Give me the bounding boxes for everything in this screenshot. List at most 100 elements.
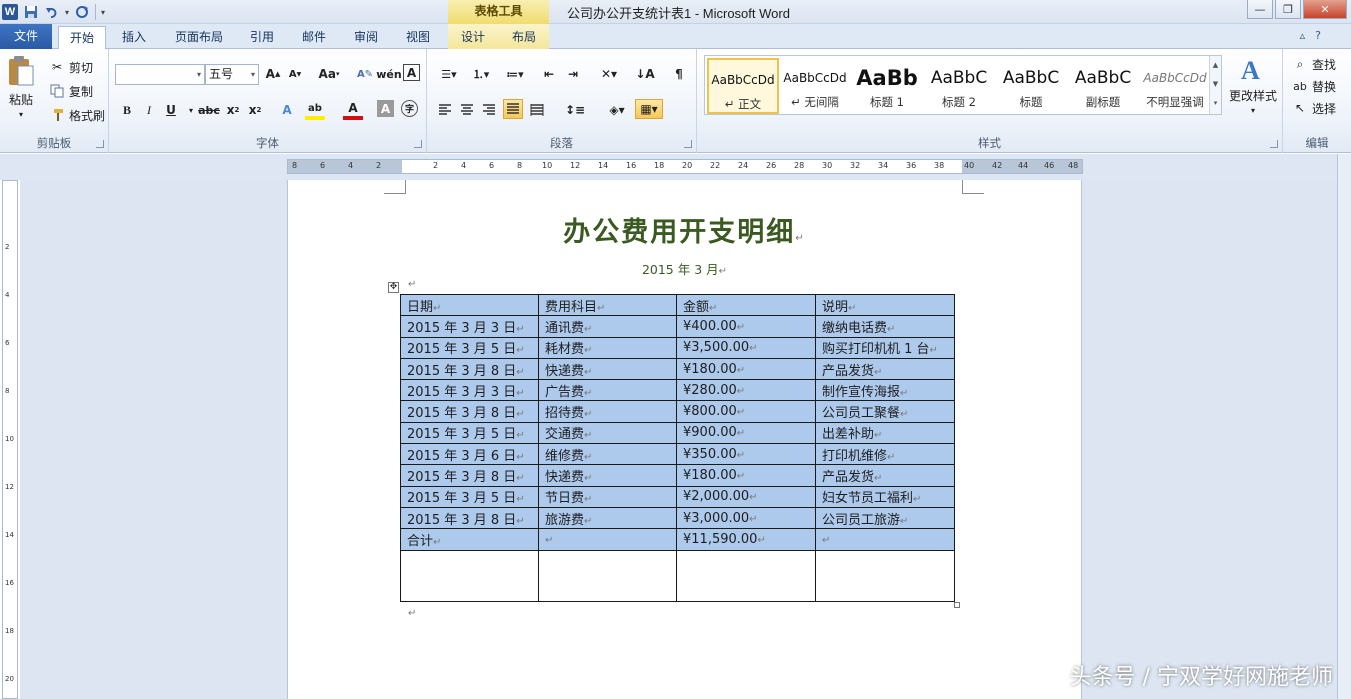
increase-indent-icon[interactable]: ⇥: [563, 64, 583, 84]
superscript-icon[interactable]: x2: [245, 100, 265, 120]
minimize-icon[interactable]: —: [1247, 0, 1273, 19]
table-empty-cell[interactable]: [538, 549, 677, 602]
table-cell[interactable]: ¥3,000.00↵: [676, 506, 816, 530]
table-header-cell[interactable]: 日期↵: [400, 293, 539, 317]
strikethrough-icon[interactable]: abc: [197, 100, 221, 120]
format-painter-button[interactable]: 格式刷: [48, 106, 105, 124]
table-total-cell[interactable]: ¥11,590.00↵: [676, 528, 816, 551]
table-cell[interactable]: 妇女节员工福利↵: [815, 485, 955, 508]
table-total-cell[interactable]: ↵: [815, 528, 955, 551]
sort-icon[interactable]: ↓A: [635, 64, 655, 84]
tab-mailings[interactable]: 邮件: [292, 26, 336, 49]
font-name-select[interactable]: ▾: [115, 64, 205, 85]
asian-layout-icon[interactable]: ✕▾: [595, 64, 623, 84]
table-empty-cell[interactable]: [400, 549, 539, 602]
decrease-indent-icon[interactable]: ⇤: [539, 64, 559, 84]
table-cell[interactable]: 2015 年 3 月 3 日↵: [400, 379, 539, 402]
multilevel-list-icon[interactable]: ≔▾: [501, 64, 529, 84]
justify-icon[interactable]: [503, 99, 523, 119]
expense-table[interactable]: 日期↵ 费用科目↵ 金额↵ 说明↵ 2015 年 3 月 3 日↵ 通讯费↵ ¥…: [400, 293, 955, 602]
save-icon[interactable]: [23, 4, 39, 20]
table-cell[interactable]: 通讯费↵: [538, 315, 677, 338]
style-title[interactable]: AaBbC 标题: [995, 58, 1067, 114]
styles-launcher-icon[interactable]: [1270, 140, 1278, 148]
shading-icon[interactable]: ◈▾: [603, 100, 631, 120]
show-marks-icon[interactable]: ¶: [669, 64, 689, 84]
table-cell[interactable]: 节日费↵: [538, 485, 677, 508]
paragraph-launcher-icon[interactable]: [684, 140, 692, 148]
table-cell[interactable]: 产品发货↵: [815, 357, 955, 381]
change-styles-button[interactable]: A 更改样式 ▾: [1228, 55, 1278, 115]
undo-dropdown-icon[interactable]: ▾: [65, 8, 69, 17]
borders-icon[interactable]: ▦▾: [635, 99, 663, 119]
more-styles-icon[interactable]: ▾: [1210, 94, 1221, 113]
bullets-icon[interactable]: ☰▾: [435, 64, 463, 84]
enclose-characters-icon[interactable]: 字: [401, 100, 418, 117]
table-cell[interactable]: 购买打印机机 1 台↵: [815, 336, 955, 359]
font-color-icon[interactable]: A: [343, 100, 363, 120]
table-cell[interactable]: 缴纳电话费↵: [815, 315, 955, 338]
style-heading-2[interactable]: AaBbC 标题 2: [923, 58, 995, 114]
style-subtitle[interactable]: AaBbC 副标题: [1067, 58, 1139, 114]
phonetic-guide-icon[interactable]: wén: [376, 64, 401, 84]
bold-icon[interactable]: B: [117, 100, 137, 120]
table-total-cell[interactable]: 合计↵: [400, 528, 539, 551]
distributed-icon[interactable]: [527, 100, 547, 120]
document-subheading[interactable]: 2015 年 3 月↵: [288, 259, 1081, 278]
table-cell[interactable]: 交通费↵: [538, 421, 677, 445]
table-cell[interactable]: 2015 年 3 月 3 日↵: [400, 315, 539, 338]
highlight-icon[interactable]: ab: [305, 100, 325, 120]
table-cell[interactable]: ¥280.00↵: [676, 379, 816, 402]
table-header-cell[interactable]: 费用科目↵: [538, 293, 677, 317]
table-cell[interactable]: ¥900.00↵: [676, 421, 816, 445]
tab-review[interactable]: 审阅: [344, 26, 388, 49]
document-page[interactable]: 办公费用开支明细↵ 2015 年 3 月↵ ↵ ✥ 日期↵ 费用科目↵ 金额↵ …: [287, 180, 1082, 699]
undo-icon[interactable]: [44, 4, 60, 20]
table-cell[interactable]: 产品发货↵: [815, 464, 955, 487]
tab-table-layout[interactable]: 布局: [502, 26, 546, 49]
tab-page-layout[interactable]: 页面布局: [168, 26, 230, 49]
replace-button[interactable]: ab 替换: [1291, 77, 1336, 95]
table-cell[interactable]: 出差补助↵: [815, 421, 955, 445]
table-cell[interactable]: ¥180.00↵: [676, 357, 816, 381]
table-cell[interactable]: 打印机维修↵: [815, 443, 955, 466]
chevron-up-icon[interactable]: ▲: [1210, 56, 1221, 75]
table-cell[interactable]: ¥800.00↵: [676, 400, 816, 423]
close-icon[interactable]: ✕: [1303, 0, 1347, 19]
table-cell[interactable]: 公司员工旅游↵: [815, 506, 955, 530]
table-header-cell[interactable]: 金额↵: [676, 293, 816, 317]
table-move-handle-icon[interactable]: ✥: [388, 282, 399, 293]
table-cell[interactable]: ¥2,000.00↵: [676, 485, 816, 508]
tab-home[interactable]: 开始: [58, 26, 106, 50]
table-cell[interactable]: ¥400.00↵: [676, 315, 816, 338]
table-cell[interactable]: 2015 年 3 月 8 日↵: [400, 357, 539, 381]
character-shading-icon[interactable]: A: [377, 100, 394, 117]
table-cell[interactable]: 2015 年 3 月 8 日↵: [400, 400, 539, 423]
table-cell[interactable]: 制作宣传海报↵: [815, 379, 955, 402]
clipboard-launcher-icon[interactable]: [96, 140, 104, 148]
table-cell[interactable]: 广告费↵: [538, 379, 677, 402]
table-cell[interactable]: 快递费↵: [538, 464, 677, 487]
vertical-scrollbar[interactable]: [1337, 154, 1351, 699]
document-heading[interactable]: 办公费用开支明细↵: [288, 210, 1081, 249]
help-icon[interactable]: ?: [1315, 29, 1321, 42]
ruler-strip[interactable]: 8 6 4 2 2 4 6 8 10 12 14 16 18 20 22 24 …: [287, 159, 1083, 174]
font-size-select[interactable]: 五号 ▾: [205, 64, 259, 85]
style-no-spacing[interactable]: AaBbCcDd ↵ 无间隔: [779, 58, 851, 114]
style-heading-1[interactable]: AaBb 标题 1: [851, 58, 923, 114]
select-button[interactable]: ↖ 选择: [1291, 99, 1336, 117]
align-center-icon[interactable]: [457, 100, 477, 120]
table-empty-cell[interactable]: [815, 549, 955, 602]
tab-view[interactable]: 视图: [396, 26, 440, 49]
tab-insert[interactable]: 插入: [112, 26, 156, 49]
table-empty-cell[interactable]: [676, 549, 816, 602]
find-button[interactable]: ⌕ 查找: [1291, 55, 1336, 73]
table-cell[interactable]: 2015 年 3 月 8 日↵: [400, 506, 539, 530]
align-left-icon[interactable]: [435, 100, 455, 120]
clear-formatting-icon[interactable]: A✎: [355, 64, 375, 84]
tab-table-design[interactable]: 设计: [451, 26, 495, 49]
change-case-icon[interactable]: Aa ▾: [315, 64, 343, 84]
character-border-icon[interactable]: A: [403, 64, 420, 81]
subscript-icon[interactable]: x2: [223, 100, 243, 120]
copy-button[interactable]: 复制: [48, 82, 93, 100]
